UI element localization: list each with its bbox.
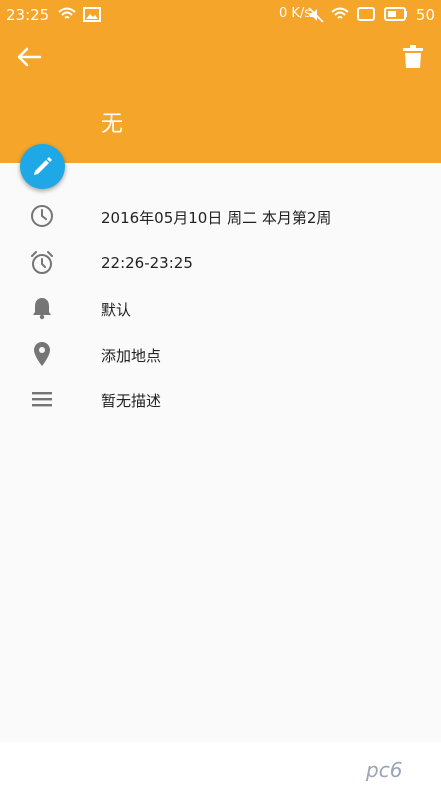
network-speed: 0 K/s bbox=[279, 6, 312, 21]
time-range-text: 22:26-23:25 bbox=[101, 254, 193, 272]
location-pin-icon bbox=[34, 342, 50, 366]
description-text: 暂无描述 bbox=[101, 392, 162, 410]
trash-icon[interactable] bbox=[403, 45, 423, 69]
date-row[interactable]: 2016年05月10日 周二 本月第2周 bbox=[0, 193, 441, 239]
wifi-signal-icon bbox=[331, 7, 349, 19]
description-row[interactable]: 暂无描述 bbox=[0, 376, 441, 422]
event-title: 无 bbox=[101, 112, 124, 137]
clock-icon bbox=[31, 205, 53, 227]
status-bar: 23:25 0 K/s 50 bbox=[0, 0, 441, 30]
battery-icon bbox=[384, 7, 407, 21]
time-row[interactable]: 22:26-23:25 bbox=[0, 240, 441, 286]
event-header: 23:25 0 K/s 50 无 bbox=[0, 0, 441, 163]
screen-icon bbox=[357, 7, 375, 21]
back-arrow-icon[interactable] bbox=[16, 46, 42, 68]
reminder-row[interactable]: 默认 bbox=[0, 285, 441, 331]
location-row[interactable]: 添加地点 bbox=[0, 331, 441, 377]
edit-fab-button[interactable] bbox=[20, 144, 65, 189]
pencil-icon bbox=[34, 157, 52, 175]
wifi-icon bbox=[58, 7, 76, 19]
reminder-text: 默认 bbox=[101, 301, 132, 319]
event-details: 2016年05月10日 周二 本月第2周 22:26-23:25 默认 添加地点… bbox=[0, 163, 441, 742]
alarm-icon bbox=[31, 251, 53, 274]
battery-level: 50 bbox=[415, 6, 435, 24]
date-text: 2016年05月10日 周二 本月第2周 bbox=[101, 209, 332, 227]
mute-icon bbox=[308, 7, 324, 23]
watermark-logo: pc6 bbox=[366, 758, 403, 782]
location-text: 添加地点 bbox=[101, 347, 162, 365]
bell-icon bbox=[33, 298, 51, 320]
image-icon bbox=[83, 7, 101, 22]
status-time: 23:25 bbox=[6, 6, 50, 24]
menu-lines-icon bbox=[32, 392, 52, 407]
